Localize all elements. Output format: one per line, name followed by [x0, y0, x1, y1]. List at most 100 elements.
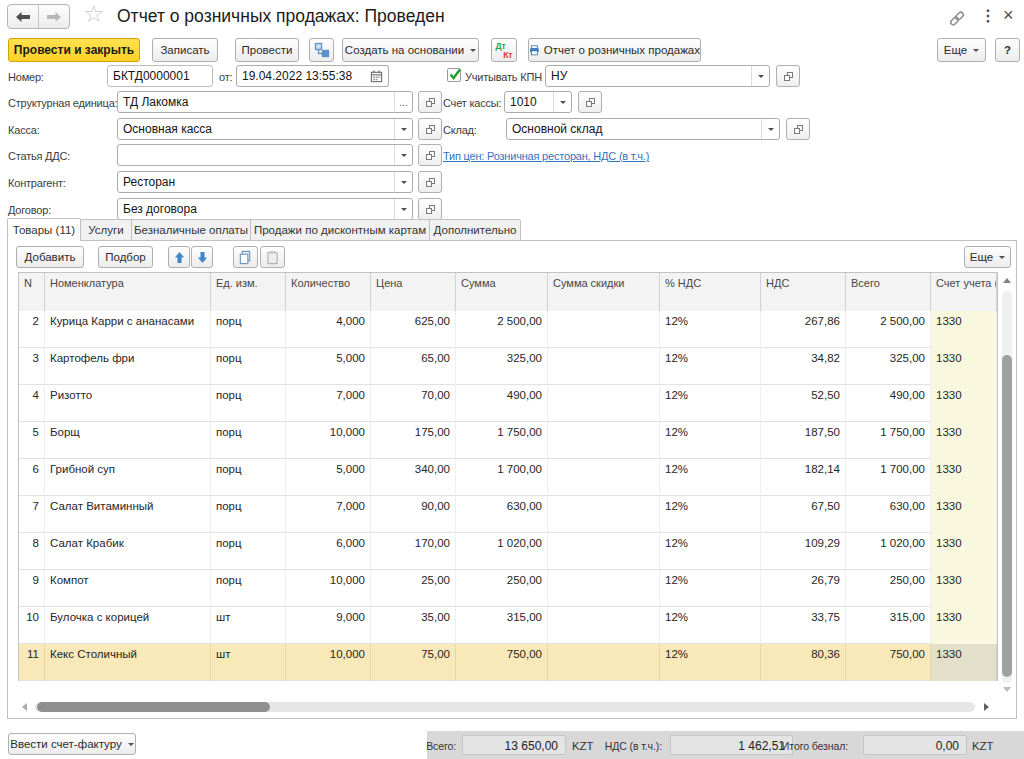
cell-unit[interactable]: шт: [211, 607, 286, 644]
cell-name[interactable]: Компот: [45, 570, 211, 607]
cash-desk-field[interactable]: Основная касса: [117, 118, 413, 140]
cell-discount[interactable]: [548, 311, 660, 348]
tab-discount-cards[interactable]: Продажи по дисконтным картам: [250, 219, 430, 241]
structure-button[interactable]: [309, 38, 334, 62]
cell-account[interactable]: 1330: [931, 570, 997, 607]
cell-sum[interactable]: 490,00: [456, 385, 548, 422]
add-row-button[interactable]: Добавить: [16, 246, 84, 268]
pick-button[interactable]: Подбор: [98, 246, 153, 268]
vertical-scrollbar[interactable]: [999, 273, 1015, 697]
cell-n[interactable]: 4: [19, 385, 45, 422]
table-row[interactable]: 5Борщпорц10,000175,001 750,0012%187,501 …: [19, 422, 997, 459]
warehouse-dropdown[interactable]: [761, 119, 779, 139]
cell-vat_pct[interactable]: 12%: [660, 385, 761, 422]
cell-vat_pct[interactable]: 12%: [660, 459, 761, 496]
cell-sum[interactable]: 1 020,00: [456, 533, 548, 570]
table-row[interactable]: 8Салат Крабикпорц6,000170,001 020,0012%1…: [19, 533, 997, 570]
cell-total[interactable]: 250,00: [846, 570, 931, 607]
cell-vat[interactable]: 26,79: [761, 570, 846, 607]
table-row[interactable]: 2Курица Карри с ананасамипорц4,000625,00…: [19, 311, 997, 348]
counterparty-field[interactable]: Ресторан: [117, 171, 413, 193]
number-field[interactable]: БКТД0000001: [107, 65, 213, 87]
cell-vat_pct[interactable]: 12%: [660, 570, 761, 607]
cell-total[interactable]: 750,00: [846, 644, 931, 681]
warehouse-field[interactable]: Основной склад: [506, 118, 780, 140]
cell-n[interactable]: 8: [19, 533, 45, 570]
cell-account[interactable]: 1330: [931, 311, 997, 348]
cash-desk-dropdown[interactable]: [394, 119, 412, 139]
cell-total[interactable]: 325,00: [846, 348, 931, 385]
table-row[interactable]: 6Грибной суппорц5,000340,001 700,0012%18…: [19, 459, 997, 496]
structural-unit-open-button[interactable]: [418, 91, 442, 113]
cell-name[interactable]: Борщ: [45, 422, 211, 459]
cell-unit[interactable]: порц: [211, 533, 286, 570]
move-up-button[interactable]: [168, 246, 190, 268]
cell-vat[interactable]: 52,50: [761, 385, 846, 422]
tab-cashless-payments[interactable]: Безналичные оплаты: [131, 219, 251, 241]
table-row[interactable]: 7Салат Витаминныйпорц7,00090,00630,0012%…: [19, 496, 997, 533]
cell-vat[interactable]: 187,50: [761, 422, 846, 459]
tab-additional[interactable]: Дополнительно: [429, 219, 521, 241]
column-header-n[interactable]: N: [19, 273, 45, 311]
column-header-unit[interactable]: Ед. изм.: [211, 273, 286, 311]
forward-button[interactable]: [39, 5, 69, 28]
cell-unit[interactable]: порц: [211, 459, 286, 496]
cell-name[interactable]: Салат Крабик: [45, 533, 211, 570]
cash-account-open-button[interactable]: [578, 91, 602, 113]
cell-sum[interactable]: 1 750,00: [456, 422, 548, 459]
cell-qty[interactable]: 10,000: [286, 570, 371, 607]
cell-vat[interactable]: 109,29: [761, 533, 846, 570]
cell-qty[interactable]: 10,000: [286, 644, 371, 681]
cell-discount[interactable]: [548, 459, 660, 496]
cell-discount[interactable]: [548, 607, 660, 644]
cell-vat_pct[interactable]: 12%: [660, 496, 761, 533]
cell-qty[interactable]: 10,000: [286, 422, 371, 459]
cell-sum[interactable]: 315,00: [456, 607, 548, 644]
structural-unit-ellipsis[interactable]: ...: [394, 92, 412, 112]
warehouse-open-button[interactable]: [786, 118, 810, 140]
cell-price[interactable]: 340,00: [371, 459, 456, 496]
cell-vat_pct[interactable]: 12%: [660, 644, 761, 681]
cell-qty[interactable]: 6,000: [286, 533, 371, 570]
enter-invoice-button[interactable]: Ввести счет-фактуру: [8, 733, 136, 755]
cell-account[interactable]: 1330: [931, 644, 997, 681]
cell-qty[interactable]: 7,000: [286, 496, 371, 533]
calendar-button[interactable]: [365, 65, 389, 87]
cell-price[interactable]: 625,00: [371, 311, 456, 348]
cell-discount[interactable]: [548, 422, 660, 459]
cell-n[interactable]: 5: [19, 422, 45, 459]
cell-price[interactable]: 75,00: [371, 644, 456, 681]
kpn-field[interactable]: НУ: [545, 65, 770, 87]
cell-qty[interactable]: 7,000: [286, 385, 371, 422]
contract-open-button[interactable]: [418, 198, 442, 220]
cell-sum[interactable]: 1 700,00: [456, 459, 548, 496]
post-and-close-button[interactable]: Провести и закрыть: [8, 38, 140, 62]
cell-discount[interactable]: [548, 348, 660, 385]
cell-account[interactable]: 1330: [931, 385, 997, 422]
cell-account[interactable]: 1330: [931, 459, 997, 496]
cell-total[interactable]: 1 020,00: [846, 533, 931, 570]
cell-sum[interactable]: 325,00: [456, 348, 548, 385]
cell-total[interactable]: 315,00: [846, 607, 931, 644]
cell-price[interactable]: 175,00: [371, 422, 456, 459]
cell-discount[interactable]: [548, 570, 660, 607]
price-type-link[interactable]: Тип цен: Розничная ресторан, НДС (в т.ч.…: [443, 150, 649, 162]
cell-unit[interactable]: порц: [211, 348, 286, 385]
cell-vat[interactable]: 182,14: [761, 459, 846, 496]
horizontal-scrollbar[interactable]: [18, 700, 997, 714]
save-button[interactable]: Записать: [152, 38, 218, 62]
cell-total[interactable]: 2 500,00: [846, 311, 931, 348]
cell-price[interactable]: 25,00: [371, 570, 456, 607]
cell-name[interactable]: Кекс Столичный: [45, 644, 211, 681]
cell-total[interactable]: 1 750,00: [846, 422, 931, 459]
copy-rows-button[interactable]: [233, 246, 258, 268]
more-button[interactable]: Еще: [937, 38, 986, 62]
column-header-sum[interactable]: Сумма: [456, 273, 548, 311]
scroll-right-icon[interactable]: [984, 703, 989, 711]
cell-account[interactable]: 1330: [931, 348, 997, 385]
column-header-vat_pct[interactable]: % НДС: [660, 273, 761, 311]
dds-item-dropdown[interactable]: [394, 145, 412, 165]
cell-price[interactable]: 90,00: [371, 496, 456, 533]
vertical-scrollbar-thumb[interactable]: [1002, 355, 1012, 677]
cell-n[interactable]: 7: [19, 496, 45, 533]
